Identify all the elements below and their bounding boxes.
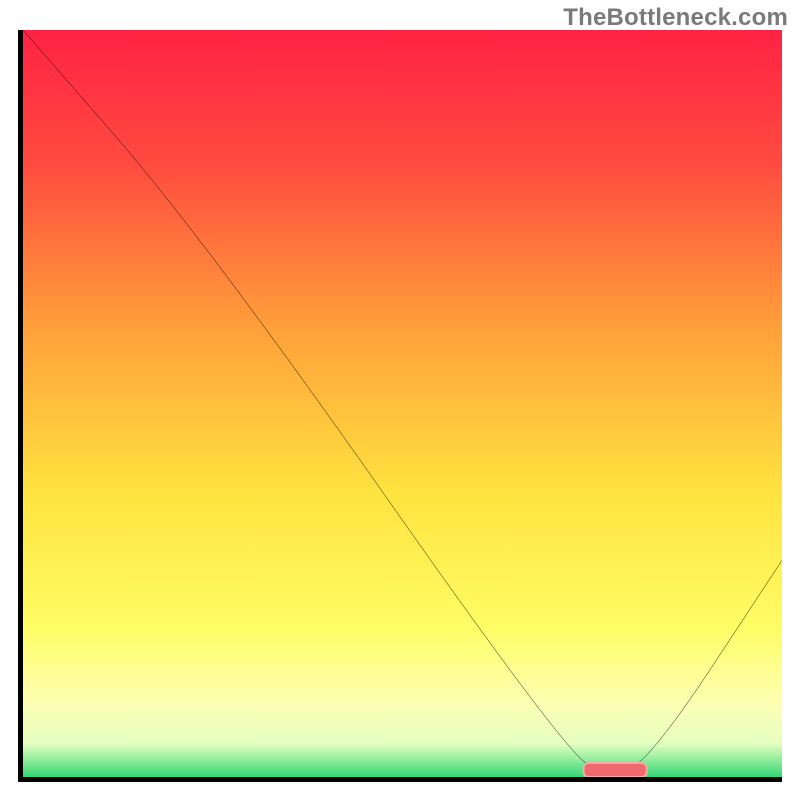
watermark-text: TheBottleneck.com [563,4,788,32]
chart-container: TheBottleneck.com [0,0,800,800]
plot-frame [18,30,782,782]
optimal-range-marker [583,762,648,778]
bottleneck-curve [23,30,782,777]
